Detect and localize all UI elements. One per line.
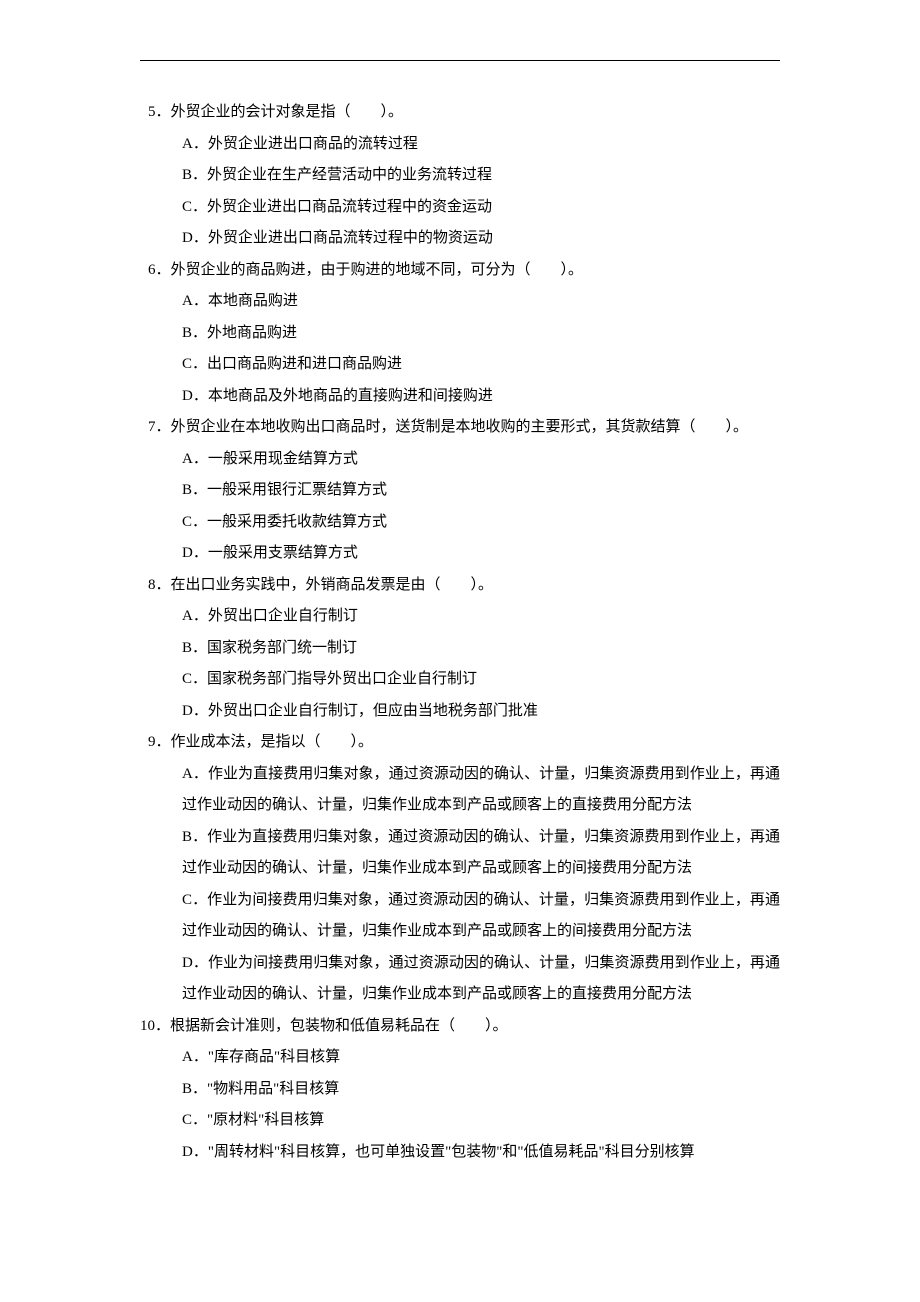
question-9: 9．作业成本法，是指以（ ）。 A．作业为直接费用归集对象，通过资源动因的确认、… (140, 727, 780, 1011)
question-stem: 10．根据新会计准则，包装物和低值易耗品在（ ）。 (140, 1011, 780, 1043)
question-number: 6 (148, 262, 156, 278)
question-stem: 9．作业成本法，是指以（ ）。 (148, 727, 780, 759)
question-text: ．外贸企业的会计对象是指（ ）。 (156, 104, 404, 120)
question-6: 6．外贸企业的商品购进，由于购进的地域不同，可分为（ ）。 A．本地商品购进 B… (140, 255, 780, 413)
option-b: B．作业为直接费用归集对象，通过资源动因的确认、计量，归集资源费用到作业上，再通… (182, 822, 780, 885)
question-number: 10 (140, 1018, 155, 1034)
option-c: C．出口商品购进和进口商品购进 (182, 349, 780, 381)
option-a: A．一般采用现金结算方式 (182, 444, 780, 476)
option-a: A．本地商品购进 (182, 286, 780, 318)
question-text: ．根据新会计准则，包装物和低值易耗品在（ ）。 (155, 1018, 508, 1034)
option-d: D．外贸企业进出口商品流转过程中的物资运动 (182, 223, 780, 255)
option-d: D．"周转材料"科目核算，也可单独设置"包装物"和"低值易耗品"科目分别核算 (182, 1137, 780, 1169)
option-d: D．外贸出口企业自行制订，但应由当地税务部门批准 (182, 696, 780, 728)
question-text: ．作业成本法，是指以（ ）。 (156, 734, 374, 750)
question-8: 8．在出口业务实践中，外销商品发票是由（ ）。 A．外贸出口企业自行制订 B．国… (140, 570, 780, 728)
question-number: 7 (148, 419, 156, 435)
option-a: A．"库存商品"科目核算 (182, 1042, 780, 1074)
question-number: 8 (148, 577, 156, 593)
option-d: D．作业为间接费用归集对象，通过资源动因的确认、计量，归集资源费用到作业上，再通… (182, 948, 780, 1011)
question-stem: 6．外贸企业的商品购进，由于购进的地域不同，可分为（ ）。 (148, 255, 780, 287)
question-7: 7．外贸企业在本地收购出口商品时，送货制是本地收购的主要形式，其货款结算（ ）。… (140, 412, 780, 570)
option-b: B．外贸企业在生产经营活动中的业务流转过程 (182, 160, 780, 192)
option-b: B．"物料用品"科目核算 (182, 1074, 780, 1106)
option-c: C．一般采用委托收款结算方式 (182, 507, 780, 539)
option-c: C．外贸企业进出口商品流转过程中的资金运动 (182, 192, 780, 224)
option-a: A．外贸企业进出口商品的流转过程 (182, 129, 780, 161)
page-divider (140, 60, 780, 61)
option-d: D．本地商品及外地商品的直接购进和间接购进 (182, 381, 780, 413)
option-b: B．外地商品购进 (182, 318, 780, 350)
question-number: 5 (148, 104, 156, 120)
option-c: C．国家税务部门指导外贸出口企业自行制订 (182, 664, 780, 696)
question-stem: 8．在出口业务实践中，外销商品发票是由（ ）。 (148, 570, 780, 602)
option-b: B．国家税务部门统一制订 (182, 633, 780, 665)
option-a: A．作业为直接费用归集对象，通过资源动因的确认、计量，归集资源费用到作业上，再通… (182, 759, 780, 822)
question-text: ．外贸企业在本地收购出口商品时，送货制是本地收购的主要形式，其货款结算（ ）。 (156, 419, 749, 435)
option-c: C．"原材料"科目核算 (182, 1105, 780, 1137)
question-number: 9 (148, 734, 156, 750)
question-5: 5．外贸企业的会计对象是指（ ）。 A．外贸企业进出口商品的流转过程 B．外贸企… (140, 97, 780, 255)
question-stem: 7．外贸企业在本地收购出口商品时，送货制是本地收购的主要形式，其货款结算（ ）。 (148, 412, 780, 444)
option-d: D．一般采用支票结算方式 (182, 538, 780, 570)
question-text: ．外贸企业的商品购进，由于购进的地域不同，可分为（ ）。 (156, 262, 584, 278)
question-stem: 5．外贸企业的会计对象是指（ ）。 (148, 97, 780, 129)
question-text: ．在出口业务实践中，外销商品发票是由（ ）。 (156, 577, 494, 593)
question-10: 10．根据新会计准则，包装物和低值易耗品在（ ）。 A．"库存商品"科目核算 B… (140, 1011, 780, 1169)
option-a: A．外贸出口企业自行制订 (182, 601, 780, 633)
option-b: B．一般采用银行汇票结算方式 (182, 475, 780, 507)
option-c: C．作业为间接费用归集对象，通过资源动因的确认、计量，归集资源费用到作业上，再通… (182, 885, 780, 948)
